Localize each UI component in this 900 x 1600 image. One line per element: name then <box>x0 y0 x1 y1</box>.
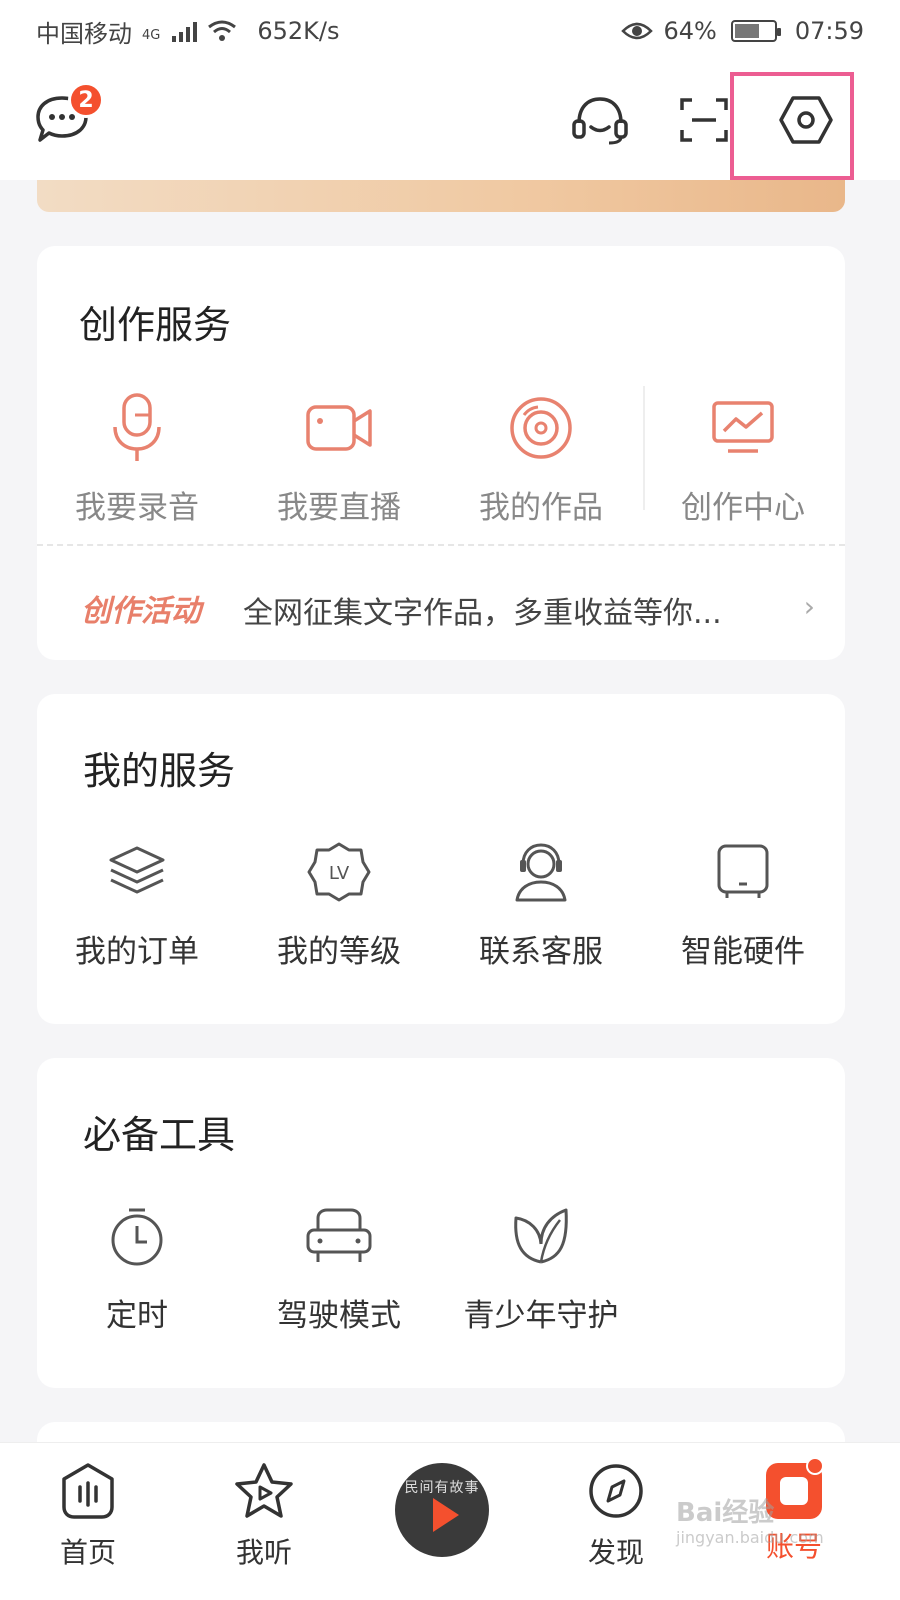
carrier-label: 中国移动 <box>36 19 132 48</box>
wifi-icon <box>208 20 237 41</box>
customer-service-button[interactable] <box>566 86 634 154</box>
home-icon <box>62 1463 114 1519</box>
now-playing-button[interactable]: 民间有故事 <box>395 1463 489 1557</box>
account-icon <box>766 1457 824 1519</box>
record-audio-item[interactable]: 我要录音 <box>37 388 237 527</box>
clock: 07:59 <box>794 17 864 45</box>
leaf-icon <box>514 1208 568 1264</box>
live-stream-label: 我要直播 <box>277 490 401 526</box>
nav-home[interactable]: 首页 <box>28 1461 148 1571</box>
scan-button[interactable] <box>672 88 736 152</box>
live-stream-item[interactable]: 我要直播 <box>239 388 439 527</box>
teen-protection-label: 青少年守护 <box>463 1298 619 1334</box>
timer-item[interactable]: 定时 <box>37 1196 237 1335</box>
headset-icon <box>572 97 628 145</box>
my-orders-item[interactable]: 我的订单 <box>37 832 237 971</box>
account-notification-dot <box>806 1457 824 1475</box>
message-badge: 2 <box>68 82 104 118</box>
play-icon <box>433 1498 459 1532</box>
services-title: 我的服务 <box>83 749 236 793</box>
smart-device-icon <box>717 844 769 898</box>
my-orders-label: 我的订单 <box>75 934 199 970</box>
account-screen: 中国移动 4G 652K/s 64% 07:59 2 创作服务 我要录音 我要直… <box>0 0 900 1600</box>
layers-icon <box>109 846 165 894</box>
eye-icon <box>621 22 654 40</box>
creation-center-label: 创作中心 <box>681 490 805 526</box>
my-works-item[interactable]: 我的作品 <box>441 388 641 527</box>
signal-icon <box>172 20 198 42</box>
watermark-url: jingyan.baidu.com <box>676 1528 824 1547</box>
timer-label: 定时 <box>106 1298 168 1334</box>
my-level-label: 我的等级 <box>277 934 401 970</box>
driving-mode-label: 驾驶模式 <box>277 1298 401 1334</box>
now-playing-text: 民间有故事 <box>404 1480 480 1496</box>
nav-discover-label: 发现 <box>587 1536 644 1569</box>
nav-listen[interactable]: 我听 <box>204 1461 324 1571</box>
scan-icon <box>680 98 728 142</box>
smart-hardware-label: 智能硬件 <box>681 934 805 970</box>
creation-divider <box>37 544 845 546</box>
teen-protection-item[interactable]: 青少年守护 <box>441 1196 641 1335</box>
monitor-chart-icon <box>712 401 774 453</box>
chevron-right-icon[interactable]: › <box>804 590 815 623</box>
driving-mode-item[interactable]: 驾驶模式 <box>239 1196 439 1335</box>
car-seat-icon <box>306 1208 372 1262</box>
timer-icon <box>111 1208 163 1266</box>
battery-icon <box>730 20 781 42</box>
network-type: 4G <box>142 27 161 43</box>
contact-support-item[interactable]: 联系客服 <box>441 832 641 971</box>
nav-discover[interactable]: 发现 <box>556 1461 676 1571</box>
video-camera-icon <box>306 405 372 451</box>
settings-highlight-box <box>730 72 854 180</box>
star-play-icon <box>235 1463 293 1518</box>
compass-icon <box>589 1464 643 1518</box>
creation-services-card: 创作服务 我要录音 我要直播 我的作品 创作中心 创作活动 全网征集文字作品，多… <box>37 246 845 660</box>
activity-tag[interactable]: 创作活动 <box>81 586 201 630</box>
network-speed: 652K/s <box>257 17 340 45</box>
microphone-icon <box>113 393 161 461</box>
status-left: 中国移动 4G 652K/s <box>36 14 340 49</box>
creation-title: 创作服务 <box>79 303 232 347</box>
watermark-logo: Bai经验 <box>676 1498 775 1528</box>
nav-listen-label: 我听 <box>235 1536 292 1569</box>
status-right: 64% 07:59 <box>621 17 864 45</box>
battery-fill <box>734 24 759 38</box>
tools-title: 必备工具 <box>83 1113 236 1157</box>
status-bar: 中国移动 4G 652K/s 64% 07:59 <box>0 0 900 62</box>
banner-strip[interactable] <box>37 180 845 212</box>
contact-support-label: 联系客服 <box>479 934 603 970</box>
activity-text[interactable]: 全网征集文字作品，多重收益等你... <box>243 588 722 632</box>
battery-percent: 64% <box>663 17 717 45</box>
my-services-card: 我的服务 我的订单 LV 我的等级 联系客服 智能硬件 <box>37 694 845 1024</box>
essential-tools-card: 必备工具 定时 驾驶模式 青少年守护 <box>37 1058 845 1388</box>
lv-badge-icon: LV <box>307 842 371 902</box>
disc-icon <box>510 397 572 459</box>
customer-service-icon <box>515 843 567 902</box>
nav-home-label: 首页 <box>59 1536 116 1569</box>
record-audio-label: 我要录音 <box>75 490 199 526</box>
creation-center-item[interactable]: 创作中心 <box>643 388 843 527</box>
my-level-item[interactable]: LV 我的等级 <box>239 832 439 971</box>
lv-badge-text: LV <box>329 863 350 884</box>
smart-hardware-item[interactable]: 智能硬件 <box>643 832 843 971</box>
my-works-label: 我的作品 <box>479 490 603 526</box>
